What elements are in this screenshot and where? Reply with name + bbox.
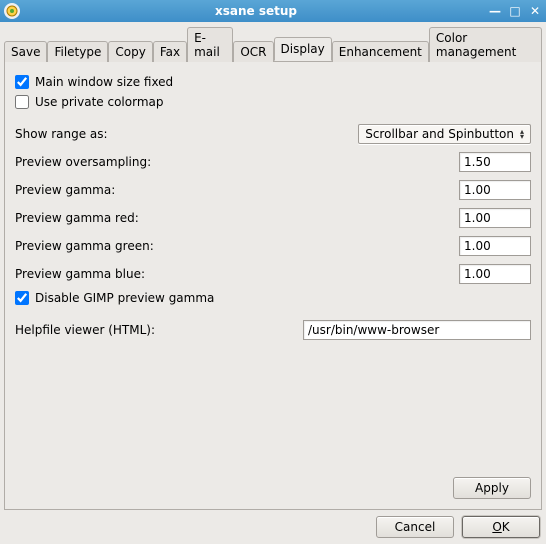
window-controls: — □ ✕: [488, 4, 542, 18]
window-title: xsane setup: [24, 4, 488, 18]
dropdown-show-range[interactable]: Scrollbar and Spinbutton ▴▾: [358, 124, 531, 144]
tab-copy[interactable]: Copy: [108, 41, 152, 62]
label-oversampling: Preview oversampling:: [15, 155, 451, 169]
tab-enhancement[interactable]: Enhancement: [332, 41, 429, 62]
checkbox-private-colormap[interactable]: [15, 95, 29, 109]
tab-strip: Save Filetype Copy Fax E-mail OCR Displa…: [4, 26, 542, 62]
dropdown-show-range-value: Scrollbar and Spinbutton: [365, 127, 514, 141]
row-gamma-blue: Preview gamma blue:: [15, 260, 531, 288]
titlebar: xsane setup — □ ✕: [0, 0, 546, 22]
row-disable-gimp-gamma: Disable GIMP preview gamma: [15, 288, 531, 308]
label-private-colormap: Use private colormap: [35, 95, 163, 109]
label-gamma: Preview gamma:: [15, 183, 451, 197]
apply-row: Apply: [15, 473, 531, 499]
checkbox-disable-gimp-gamma[interactable]: [15, 291, 29, 305]
row-gamma: Preview gamma:: [15, 176, 531, 204]
app-icon: [4, 3, 20, 19]
tab-email[interactable]: E-mail: [187, 27, 233, 62]
label-gamma-green: Preview gamma green:: [15, 239, 451, 253]
label-main-window-fixed: Main window size fixed: [35, 75, 173, 89]
ok-button[interactable]: OK: [462, 516, 540, 538]
apply-button[interactable]: Apply: [453, 477, 531, 499]
input-gamma-blue[interactable]: [459, 264, 531, 284]
close-button[interactable]: ✕: [528, 4, 542, 18]
row-private-colormap: Use private colormap: [15, 92, 531, 112]
window: xsane setup — □ ✕ Save Filetype Copy Fax…: [0, 0, 546, 544]
label-gamma-red: Preview gamma red:: [15, 211, 451, 225]
tab-color-management[interactable]: Color management: [429, 27, 542, 62]
row-main-window-fixed: Main window size fixed: [15, 72, 531, 92]
label-show-range: Show range as:: [15, 127, 350, 141]
dialog-buttons: Cancel OK: [4, 510, 542, 540]
input-gamma-green[interactable]: [459, 236, 531, 256]
row-gamma-green: Preview gamma green:: [15, 232, 531, 260]
tab-save[interactable]: Save: [4, 41, 47, 62]
cancel-button[interactable]: Cancel: [376, 516, 454, 538]
row-show-range: Show range as: Scrollbar and Spinbutton …: [15, 120, 531, 148]
input-oversampling[interactable]: [459, 152, 531, 172]
tab-fax[interactable]: Fax: [153, 41, 187, 62]
client-area: Save Filetype Copy Fax E-mail OCR Displa…: [0, 22, 546, 544]
row-helpfile-viewer: Helpfile viewer (HTML):: [15, 316, 531, 344]
label-gamma-blue: Preview gamma blue:: [15, 267, 451, 281]
input-helpfile-viewer[interactable]: [303, 320, 531, 340]
tab-page-display: Main window size fixed Use private color…: [4, 61, 542, 510]
input-gamma-red[interactable]: [459, 208, 531, 228]
row-oversampling: Preview oversampling:: [15, 148, 531, 176]
chevron-updown-icon: ▴▾: [520, 129, 524, 139]
tab-filetype[interactable]: Filetype: [47, 41, 108, 62]
input-gamma[interactable]: [459, 180, 531, 200]
tab-display[interactable]: Display: [274, 37, 332, 61]
row-gamma-red: Preview gamma red:: [15, 204, 531, 232]
label-helpfile-viewer: Helpfile viewer (HTML):: [15, 323, 295, 337]
minimize-button[interactable]: —: [488, 4, 502, 18]
maximize-button[interactable]: □: [508, 4, 522, 18]
label-disable-gimp-gamma: Disable GIMP preview gamma: [35, 291, 214, 305]
tab-ocr[interactable]: OCR: [233, 41, 273, 62]
checkbox-main-window-fixed[interactable]: [15, 75, 29, 89]
